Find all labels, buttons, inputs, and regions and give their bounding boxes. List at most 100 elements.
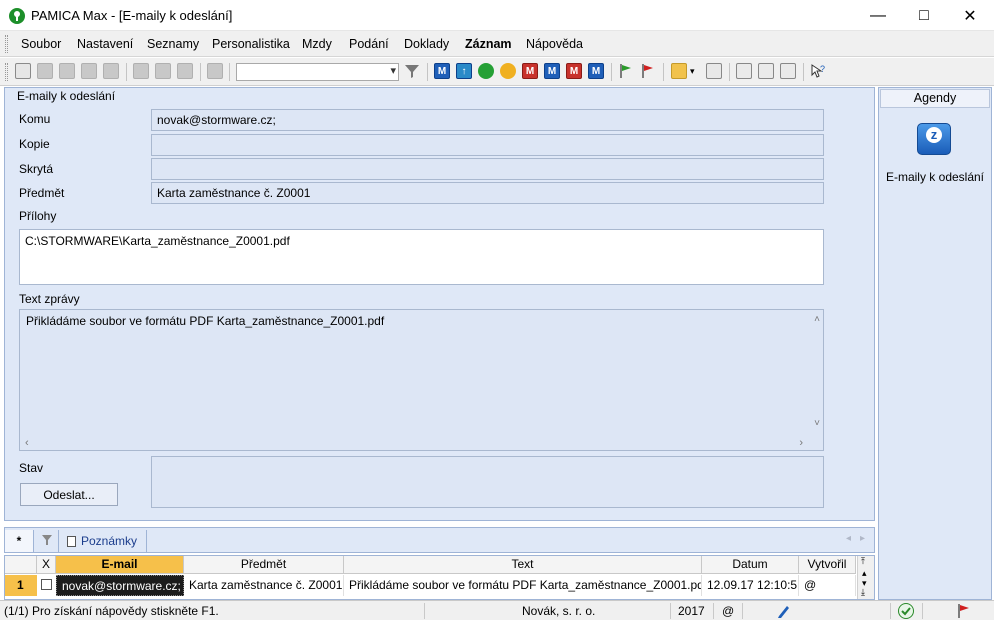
toolbar-separator (126, 63, 127, 81)
app-logo-icon (9, 8, 25, 24)
cell-vytvoril[interactable]: @ (799, 575, 856, 596)
send-button[interactable]: Odeslat... (20, 483, 118, 506)
row-checkbox[interactable] (41, 579, 52, 590)
menu-nastaveni[interactable]: Nastavení (77, 37, 133, 51)
mail-m-icon[interactable]: M (544, 63, 560, 79)
menu-zaznam[interactable]: Záznam (465, 37, 512, 51)
window-title: PAMICA Max - [E-maily k odeslání] (31, 8, 233, 23)
menu-seznamy[interactable]: Seznamy (147, 37, 199, 51)
cell-email[interactable]: novak@stormware.cz; (56, 575, 184, 596)
tab-scroll-left-icon[interactable]: ◂ (846, 533, 851, 544)
predmet-field[interactable]: Karta zaměstnance č. Z0001 (151, 182, 824, 204)
text-label: Text zprávy (19, 292, 80, 306)
skryta-label: Skrytá (19, 162, 54, 176)
save-as-icon[interactable] (177, 63, 193, 79)
paste-icon[interactable] (207, 63, 223, 79)
list-icon[interactable] (758, 63, 774, 79)
cell-text[interactable]: Přikládáme soubor ve formátu PDF Karta_z… (344, 575, 702, 596)
status-bar: (1/1) Pro získání nápovědy stiskněte F1.… (0, 600, 994, 620)
status-company: Novák, s. r. o. (522, 604, 596, 618)
records-grid: X E-mail Předmět Text Datum Vytvořil 1 n… (4, 555, 875, 600)
text-area-content: Přikládáme soubor ve formátu PDF Karta_z… (26, 314, 385, 328)
toolbar-separator (229, 63, 230, 81)
column-header-vytvoril[interactable]: Vytvořil (799, 556, 856, 574)
column-header-text[interactable]: Text (344, 556, 702, 574)
status-separator (713, 603, 714, 619)
mzdy-m-icon[interactable]: M (434, 63, 450, 79)
save-icon[interactable] (155, 63, 171, 79)
menu-doklady[interactable]: Doklady (404, 37, 449, 51)
green-flag-icon[interactable] (618, 63, 634, 79)
person-yellow-icon[interactable] (500, 63, 516, 79)
print-icon[interactable] (59, 63, 75, 79)
agendy-header[interactable]: Agendy (880, 89, 990, 108)
column-header-email[interactable]: E-mail (56, 556, 184, 574)
edit-pencil-icon[interactable] (776, 603, 792, 622)
tab-scroll-right-icon[interactable]: ▸ (860, 533, 865, 544)
scroll-up-icon[interactable]: ˄ (814, 314, 820, 325)
status-help-text: (1/1) Pro získání nápovědy stiskněte F1. (4, 604, 219, 618)
text-area[interactable]: Přikládáme soubor ve formátu PDF Karta_z… (19, 309, 824, 451)
new-document-icon[interactable] (133, 63, 149, 79)
filter-icon (41, 534, 53, 549)
grid-scroll-bottom-icon[interactable]: ⤓ (861, 587, 865, 598)
red-flag-icon[interactable] (640, 63, 656, 79)
komu-label: Komu (19, 112, 51, 126)
scroll-down-icon[interactable]: ˅ (814, 418, 820, 429)
column-header-x[interactable]: X (37, 556, 56, 574)
new-record-icon[interactable] (15, 63, 31, 79)
person-up-icon[interactable]: ↑ (456, 63, 472, 79)
predmet-label: Předmět (19, 186, 65, 200)
scroll-right-icon[interactable]: › (799, 437, 803, 449)
mail-red-icon[interactable]: M (566, 63, 582, 79)
prilohy-box[interactable]: C:\STORMWARE\Karta_zaměstnance_Z0001.pdf (19, 229, 824, 285)
red-flag-status-icon[interactable] (956, 603, 972, 622)
tab-star[interactable]: * (5, 530, 34, 552)
menu-mzdy[interactable]: Mzdy (302, 37, 332, 51)
table-row[interactable]: 1 novak@stormware.cz; Karta zaměstnance … (5, 575, 856, 596)
folder-dropdown-icon[interactable]: ▾ (690, 66, 695, 77)
check-ok-icon[interactable] (898, 603, 914, 619)
email-agenda-icon[interactable] (917, 123, 951, 155)
minimize-icon[interactable]: — (855, 0, 901, 31)
kopie-field[interactable] (151, 134, 824, 156)
menu-soubor[interactable]: Soubor (21, 37, 61, 51)
grid-scroll-top-icon[interactable]: ⤒ (861, 556, 865, 567)
stav-field (151, 456, 824, 508)
notes-icon (67, 535, 76, 547)
column-header-predmet[interactable]: Předmět (184, 556, 344, 574)
agendy-item-label[interactable]: E-maily k odeslání (879, 170, 991, 184)
filter-icon[interactable] (404, 63, 420, 79)
grid-scrollbar[interactable]: ⤒ ▴ ▾ ⤓ (857, 556, 874, 599)
close-icon[interactable]: ✕ (947, 0, 993, 31)
print-preview-icon[interactable] (81, 63, 97, 79)
cell-predmet[interactable]: Karta zaměstnance č. Z0001 (184, 575, 344, 596)
tab-filter[interactable] (35, 530, 59, 552)
report-m-icon[interactable]: M (522, 63, 538, 79)
menu-napoveda[interactable]: Nápověda (526, 37, 583, 51)
copy-record-icon[interactable] (37, 63, 53, 79)
status-separator (670, 603, 671, 619)
help-pointer-icon[interactable]: ? (810, 63, 826, 79)
prilohy-label: Přílohy (19, 209, 57, 223)
scroll-left-icon[interactable]: ‹ (25, 437, 29, 449)
status-separator (922, 603, 923, 619)
toolbar-grip-icon (5, 63, 8, 81)
tab-notes[interactable]: Poznámky (61, 530, 147, 552)
column-header-datum[interactable]: Datum (702, 556, 799, 574)
print-setup-icon[interactable] (103, 63, 119, 79)
menu-personalistika[interactable]: Personalistika (212, 37, 290, 51)
mail-blue-icon[interactable]: M (588, 63, 604, 79)
person-green-icon[interactable] (478, 63, 494, 79)
folder-icon[interactable] (671, 63, 687, 79)
skryta-field[interactable] (151, 158, 824, 180)
image-icon[interactable] (780, 63, 796, 79)
calculator-icon[interactable] (706, 63, 722, 79)
maximize-icon[interactable]: □ (901, 0, 947, 31)
filter-combo[interactable] (236, 63, 399, 81)
cell-datum[interactable]: 12.09.17 12:10:5 (702, 575, 799, 596)
menu-podani[interactable]: Podání (349, 37, 389, 51)
komu-field[interactable]: novak@stormware.cz; (151, 109, 824, 131)
note-icon[interactable] (736, 63, 752, 79)
svg-text:?: ? (820, 64, 825, 74)
